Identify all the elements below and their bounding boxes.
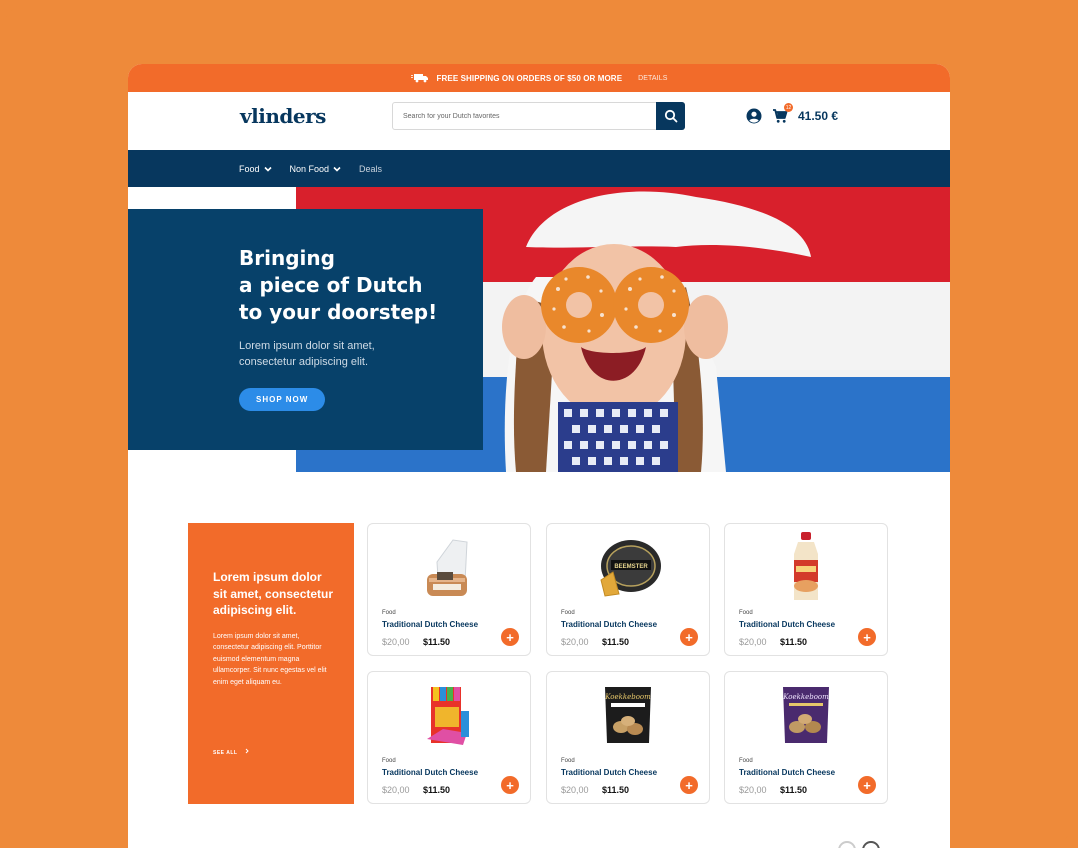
product-card[interactable]: Food Traditional Dutch Cheese $20,00 $11…: [724, 523, 888, 656]
see-all-label: SEE ALL: [213, 750, 238, 756]
hero-text-panel: Bringing a piece of Dutch to your doorst…: [128, 209, 483, 450]
product-image: BEEMSTER: [547, 530, 709, 604]
product-price: $11.50: [423, 785, 451, 795]
product-price: $11.50: [780, 785, 808, 795]
add-to-cart-button[interactable]: +: [501, 628, 519, 646]
nav-item-deals[interactable]: Deals: [359, 164, 382, 174]
product-category: Food: [561, 610, 575, 616]
product-category: Food: [739, 610, 753, 616]
product-old-price: $20,00: [382, 637, 410, 647]
product-old-price: $20,00: [739, 637, 767, 647]
snack-brand-text: Koekkeboom: [782, 693, 829, 701]
nav-item-label: Deals: [359, 163, 383, 174]
product-card[interactable]: BEEMSTER Food Traditional Dutch Cheese $…: [546, 523, 710, 656]
chevron-right-icon: [245, 748, 249, 754]
promo-card-title: Lorem ipsum dolor sit amet, consectetur …: [213, 570, 334, 617]
product-old-price: $20,00: [561, 785, 589, 795]
product-image: Koekkeboom: [547, 678, 709, 752]
web-page: FREE SHIPPING ON ORDERS OF $50 OR MORE D…: [128, 64, 950, 848]
carousel-pagination: [838, 841, 880, 848]
bread-bag-image: [427, 539, 468, 596]
header-actions: 12 41.50 €: [746, 103, 838, 124]
product-image: [368, 678, 530, 752]
product-name[interactable]: Traditional Dutch Cheese: [739, 620, 835, 629]
carousel-active-dot[interactable]: [862, 841, 880, 848]
featured-promo-card: Lorem ipsum dolor sit amet, consectetur …: [188, 523, 354, 804]
product-price: $11.50: [602, 785, 630, 795]
account-icon[interactable]: [746, 108, 762, 124]
product-price: $11.50: [780, 637, 808, 647]
product-name[interactable]: Traditional Dutch Cheese: [739, 768, 835, 777]
product-name[interactable]: Traditional Dutch Cheese: [382, 620, 478, 629]
product-category: Food: [382, 758, 396, 764]
device-frame: FREE SHIPPING ON ORDERS OF $50 OR MORE D…: [0, 0, 1078, 848]
vlinders-logo[interactable]: vlinders: [240, 104, 326, 128]
product-image: [368, 530, 530, 604]
product-name[interactable]: Traditional Dutch Cheese: [382, 768, 478, 777]
product-card[interactable]: Food Traditional Dutch Cheese $20,00 $11…: [367, 671, 531, 804]
product-image: Koekkeboom: [725, 678, 887, 752]
product-price: $11.50: [423, 637, 451, 647]
add-to-cart-button[interactable]: +: [501, 776, 519, 794]
candy-box-image: [427, 687, 469, 745]
search-icon: [664, 109, 677, 123]
carousel-prev-dot[interactable]: [838, 841, 856, 848]
add-to-cart-button[interactable]: +: [680, 776, 698, 794]
nav-item-non-food[interactable]: Non Food: [290, 164, 342, 174]
cart-total[interactable]: 41.50 €: [798, 109, 838, 123]
add-to-cart-button[interactable]: +: [680, 628, 698, 646]
snack-bag-purple-image: Koekkeboom: [782, 687, 829, 743]
product-image: [725, 530, 887, 604]
add-to-cart-button[interactable]: +: [858, 628, 876, 646]
nav-item-label: Food: [239, 163, 260, 174]
search-input[interactable]: [393, 103, 656, 129]
cart-button[interactable]: 12: [772, 103, 793, 124]
cheese-wheel-image: BEEMSTER: [600, 540, 661, 597]
sauce-bottle-image: [794, 532, 818, 600]
product-old-price: $20,00: [739, 785, 767, 795]
add-to-cart-button[interactable]: +: [858, 776, 876, 794]
product-card[interactable]: Koekkeboom Food Traditional Dutch Cheese…: [724, 671, 888, 804]
snack-bag-black-image: Koekkeboom: [604, 687, 651, 743]
product-card[interactable]: Koekkeboom Food Traditional Dutch Cheese…: [546, 671, 710, 804]
cheese-brand-text: BEEMSTER: [614, 564, 648, 570]
search-bar: [392, 102, 685, 130]
details-link[interactable]: DETAILS: [638, 75, 667, 82]
product-old-price: $20,00: [382, 785, 410, 795]
shop-now-button[interactable]: SHOP NOW: [239, 388, 326, 411]
search-button[interactable]: [656, 102, 685, 130]
shipping-promo-bar: FREE SHIPPING ON ORDERS OF $50 OR MORE D…: [128, 64, 950, 92]
site-header: vlinders Search for your Dutch favorites…: [128, 92, 950, 150]
promo-card-body: Lorem ipsum dolor sit amet, consectetur …: [213, 632, 327, 686]
see-all-link[interactable]: SEE ALL: [213, 748, 250, 756]
product-old-price: $20,00: [561, 637, 589, 647]
hero-subtitle: Lorem ipsum dolor sit amet, consectetur …: [239, 340, 375, 368]
product-card[interactable]: Food Traditional Dutch Cheese $20,00 $11…: [367, 523, 531, 656]
product-name[interactable]: Traditional Dutch Cheese: [561, 768, 657, 777]
truck-icon: [410, 73, 429, 83]
chevron-down-icon: [333, 166, 341, 172]
product-name[interactable]: Traditional Dutch Cheese: [561, 620, 657, 629]
main-nav: Food Non Food Deals: [128, 150, 950, 187]
hero-banner: Bringing a piece of Dutch to your doorst…: [128, 187, 950, 472]
hero-title: Bringing a piece of Dutch to your doorst…: [239, 246, 438, 324]
shipping-promo-text: FREE SHIPPING ON ORDERS OF $50 OR MORE: [436, 73, 623, 83]
nav-item-label: Non Food: [289, 163, 330, 174]
chevron-down-icon: [263, 166, 272, 172]
product-category: Food: [561, 758, 575, 764]
snack-brand-text: Koekkeboom: [604, 693, 651, 701]
nav-item-food[interactable]: Food: [239, 164, 272, 174]
product-price: $11.50: [602, 637, 630, 647]
cart-count-badge: 12: [784, 103, 793, 112]
product-category: Food: [739, 758, 753, 764]
product-category: Food: [382, 610, 396, 616]
